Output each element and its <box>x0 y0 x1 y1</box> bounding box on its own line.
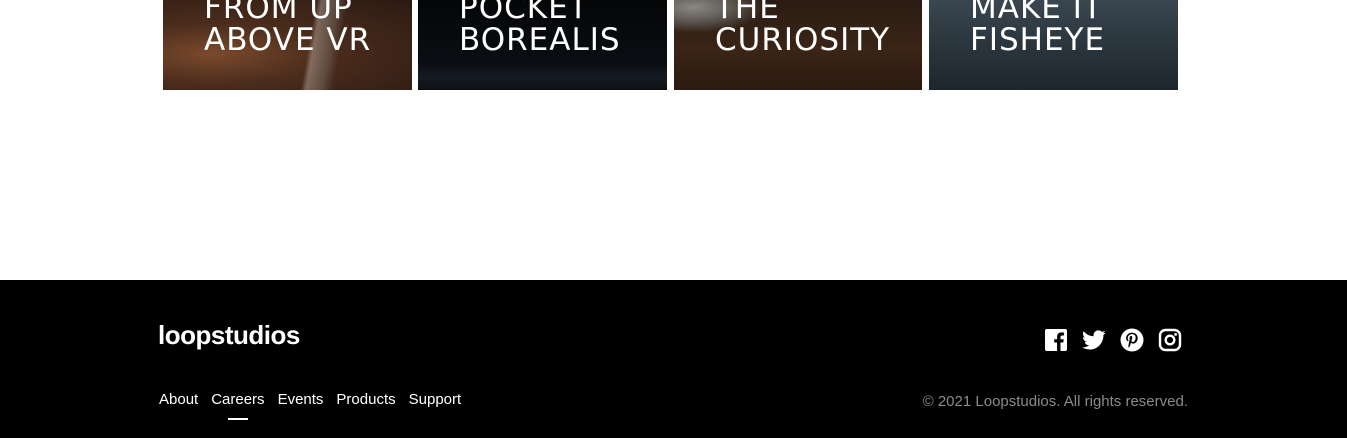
footer-nav-careers[interactable]: Careers <box>211 391 264 409</box>
card-title-line: From up <box>204 0 353 26</box>
instagram-icon[interactable] <box>1158 328 1182 352</box>
copyright-text: © 2021 Loopstudios. All rights reserved. <box>922 393 1188 410</box>
pinterest-icon[interactable] <box>1120 328 1144 352</box>
footer-nav-events[interactable]: Events <box>278 391 324 409</box>
social-links <box>1044 328 1182 352</box>
card-title-line: fisheye <box>970 22 1106 58</box>
footer-nav: About Careers Events Products Support <box>159 391 474 409</box>
card-title: Make it fisheye <box>970 0 1105 56</box>
site-footer: loopstudios About Careers Events Product… <box>0 280 1347 438</box>
card-title: From up above VR <box>204 0 371 56</box>
card-title: The curiosity <box>715 0 890 56</box>
footer-logo[interactable]: loopstudios <box>158 320 300 350</box>
card-title-line: Make it <box>970 0 1103 26</box>
footer-nav-support[interactable]: Support <box>409 391 462 409</box>
creation-card-make-it-fisheye[interactable]: Make it fisheye <box>929 0 1178 90</box>
creation-card-from-up-above-vr[interactable]: From up above VR <box>163 0 412 90</box>
twitter-icon[interactable] <box>1082 328 1106 352</box>
card-title-line: above VR <box>204 22 372 58</box>
card-title-line: Pocket <box>459 0 589 26</box>
creations-gallery: From up above VR Pocket borealis The cur… <box>0 0 1347 90</box>
footer-nav-products[interactable]: Products <box>336 391 395 409</box>
creation-card-the-curiosity[interactable]: The curiosity <box>674 0 922 90</box>
footer-nav-about[interactable]: About <box>159 391 198 409</box>
card-title-line: The <box>715 0 780 26</box>
card-title-line: curiosity <box>715 22 891 58</box>
card-title: Pocket borealis <box>459 0 621 56</box>
card-title-line: borealis <box>459 22 621 58</box>
creation-card-pocket-borealis[interactable]: Pocket borealis <box>418 0 667 90</box>
facebook-icon[interactable] <box>1044 328 1068 352</box>
